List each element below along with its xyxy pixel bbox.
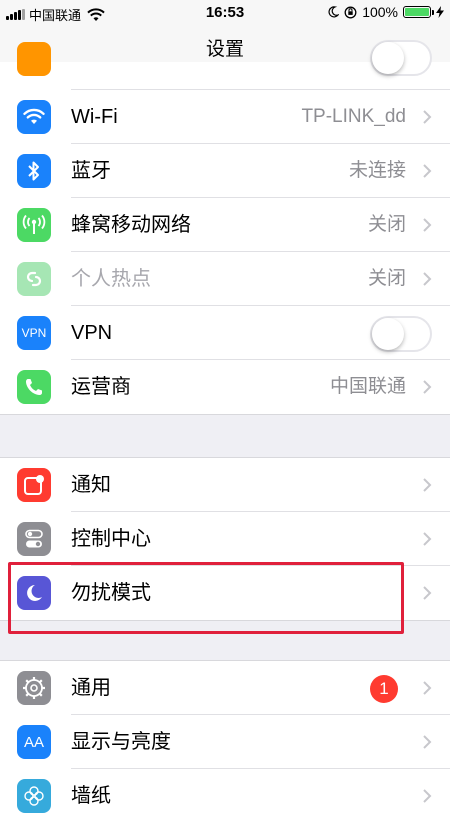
chevron-right-icon — [423, 380, 432, 394]
general-group: 通用 1 AA 显示与亮度 墙纸 — [0, 660, 450, 823]
settings-item-control-center[interactable]: 控制中心 — [0, 512, 450, 566]
settings-item-label: 显示与亮度 — [71, 731, 171, 753]
chevron-right-icon — [423, 164, 432, 178]
phone-icon — [17, 370, 51, 404]
settings-item-label: 个人热点 — [71, 268, 151, 290]
settings-item-label: 通用 — [71, 677, 111, 699]
chevron-right-icon — [423, 532, 432, 546]
airplane-toggle[interactable] — [370, 40, 432, 76]
control-center-icon — [17, 522, 51, 556]
display-icon: AA — [17, 725, 51, 759]
chevron-right-icon — [423, 789, 432, 803]
battery-icon — [403, 6, 434, 18]
chevron-right-icon — [423, 681, 432, 695]
status-bar: 中国联通 16:53 100% — [0, 0, 450, 26]
chevron-right-icon — [423, 586, 432, 600]
settings-item-label: 墙纸 — [71, 785, 111, 807]
charging-icon — [436, 6, 444, 18]
hotspot-status-value: 关闭 — [367, 268, 406, 289]
settings-item-wallpaper[interactable]: 墙纸 — [0, 769, 450, 823]
chevron-right-icon — [423, 478, 432, 492]
settings-item-wifi[interactable]: Wi-Fi TP-LINK_dd — [0, 90, 450, 144]
settings-item-cellular[interactable]: 蜂窝移动网络 关闭 — [0, 198, 450, 252]
chevron-right-icon — [423, 735, 432, 749]
settings-item-display-brightness[interactable]: AA 显示与亮度 — [0, 715, 450, 769]
settings-item-label: Wi-Fi — [71, 106, 118, 128]
bluetooth-status-value: 未连接 — [348, 160, 406, 181]
orientation-lock-icon — [344, 6, 357, 18]
vpn-icon-text: VPN — [21, 326, 47, 340]
settings-item-label: 蜂窝移动网络 — [71, 214, 191, 236]
toggle-knob — [372, 318, 404, 350]
update-badge: 1 — [370, 675, 398, 703]
moon-status-icon — [328, 6, 340, 18]
settings-item-notifications[interactable]: 通知 — [0, 458, 450, 512]
chevron-right-icon — [423, 218, 432, 232]
bluetooth-icon — [17, 154, 51, 188]
settings-item-label: 控制中心 — [71, 528, 151, 550]
connectivity-group: Wi-Fi TP-LINK_dd 蓝牙 未连接 蜂窝移动网络 关闭 个人热点 关… — [0, 40, 450, 415]
settings-item-bluetooth[interactable]: 蓝牙 未连接 — [0, 144, 450, 198]
settings-item-label: 通知 — [71, 474, 111, 496]
settings-item-hotspot[interactable]: 个人热点 关闭 — [0, 252, 450, 306]
highlight-annotation — [8, 562, 404, 634]
carrier-value: 中国联通 — [329, 376, 406, 397]
settings-item-label: 运营商 — [71, 376, 131, 398]
display-icon-text: AA — [23, 733, 44, 751]
chevron-right-icon — [423, 110, 432, 124]
list-item[interactable] — [0, 40, 450, 90]
antenna-icon — [17, 208, 51, 242]
wifi-network-value: TP-LINK_dd — [301, 106, 406, 127]
notification-icon — [17, 468, 51, 502]
airplane-icon — [17, 42, 51, 76]
hotspot-icon — [17, 262, 51, 296]
settings-item-vpn[interactable]: VPN VPN — [0, 306, 450, 360]
settings-item-carrier[interactable]: 运营商 中国联通 — [0, 360, 450, 414]
vpn-toggle[interactable] — [370, 316, 432, 352]
chevron-right-icon — [423, 272, 432, 286]
cellular-status-value: 关闭 — [367, 214, 406, 235]
wifi-icon — [17, 100, 51, 134]
settings-item-label: VPN — [71, 322, 113, 344]
gear-icon — [17, 671, 51, 705]
settings-item-label: 蓝牙 — [71, 160, 111, 182]
settings-item-general[interactable]: 通用 1 — [0, 661, 450, 715]
battery-percent: 100% — [362, 4, 398, 20]
vpn-icon: VPN — [17, 316, 51, 350]
wallpaper-icon — [17, 779, 51, 813]
